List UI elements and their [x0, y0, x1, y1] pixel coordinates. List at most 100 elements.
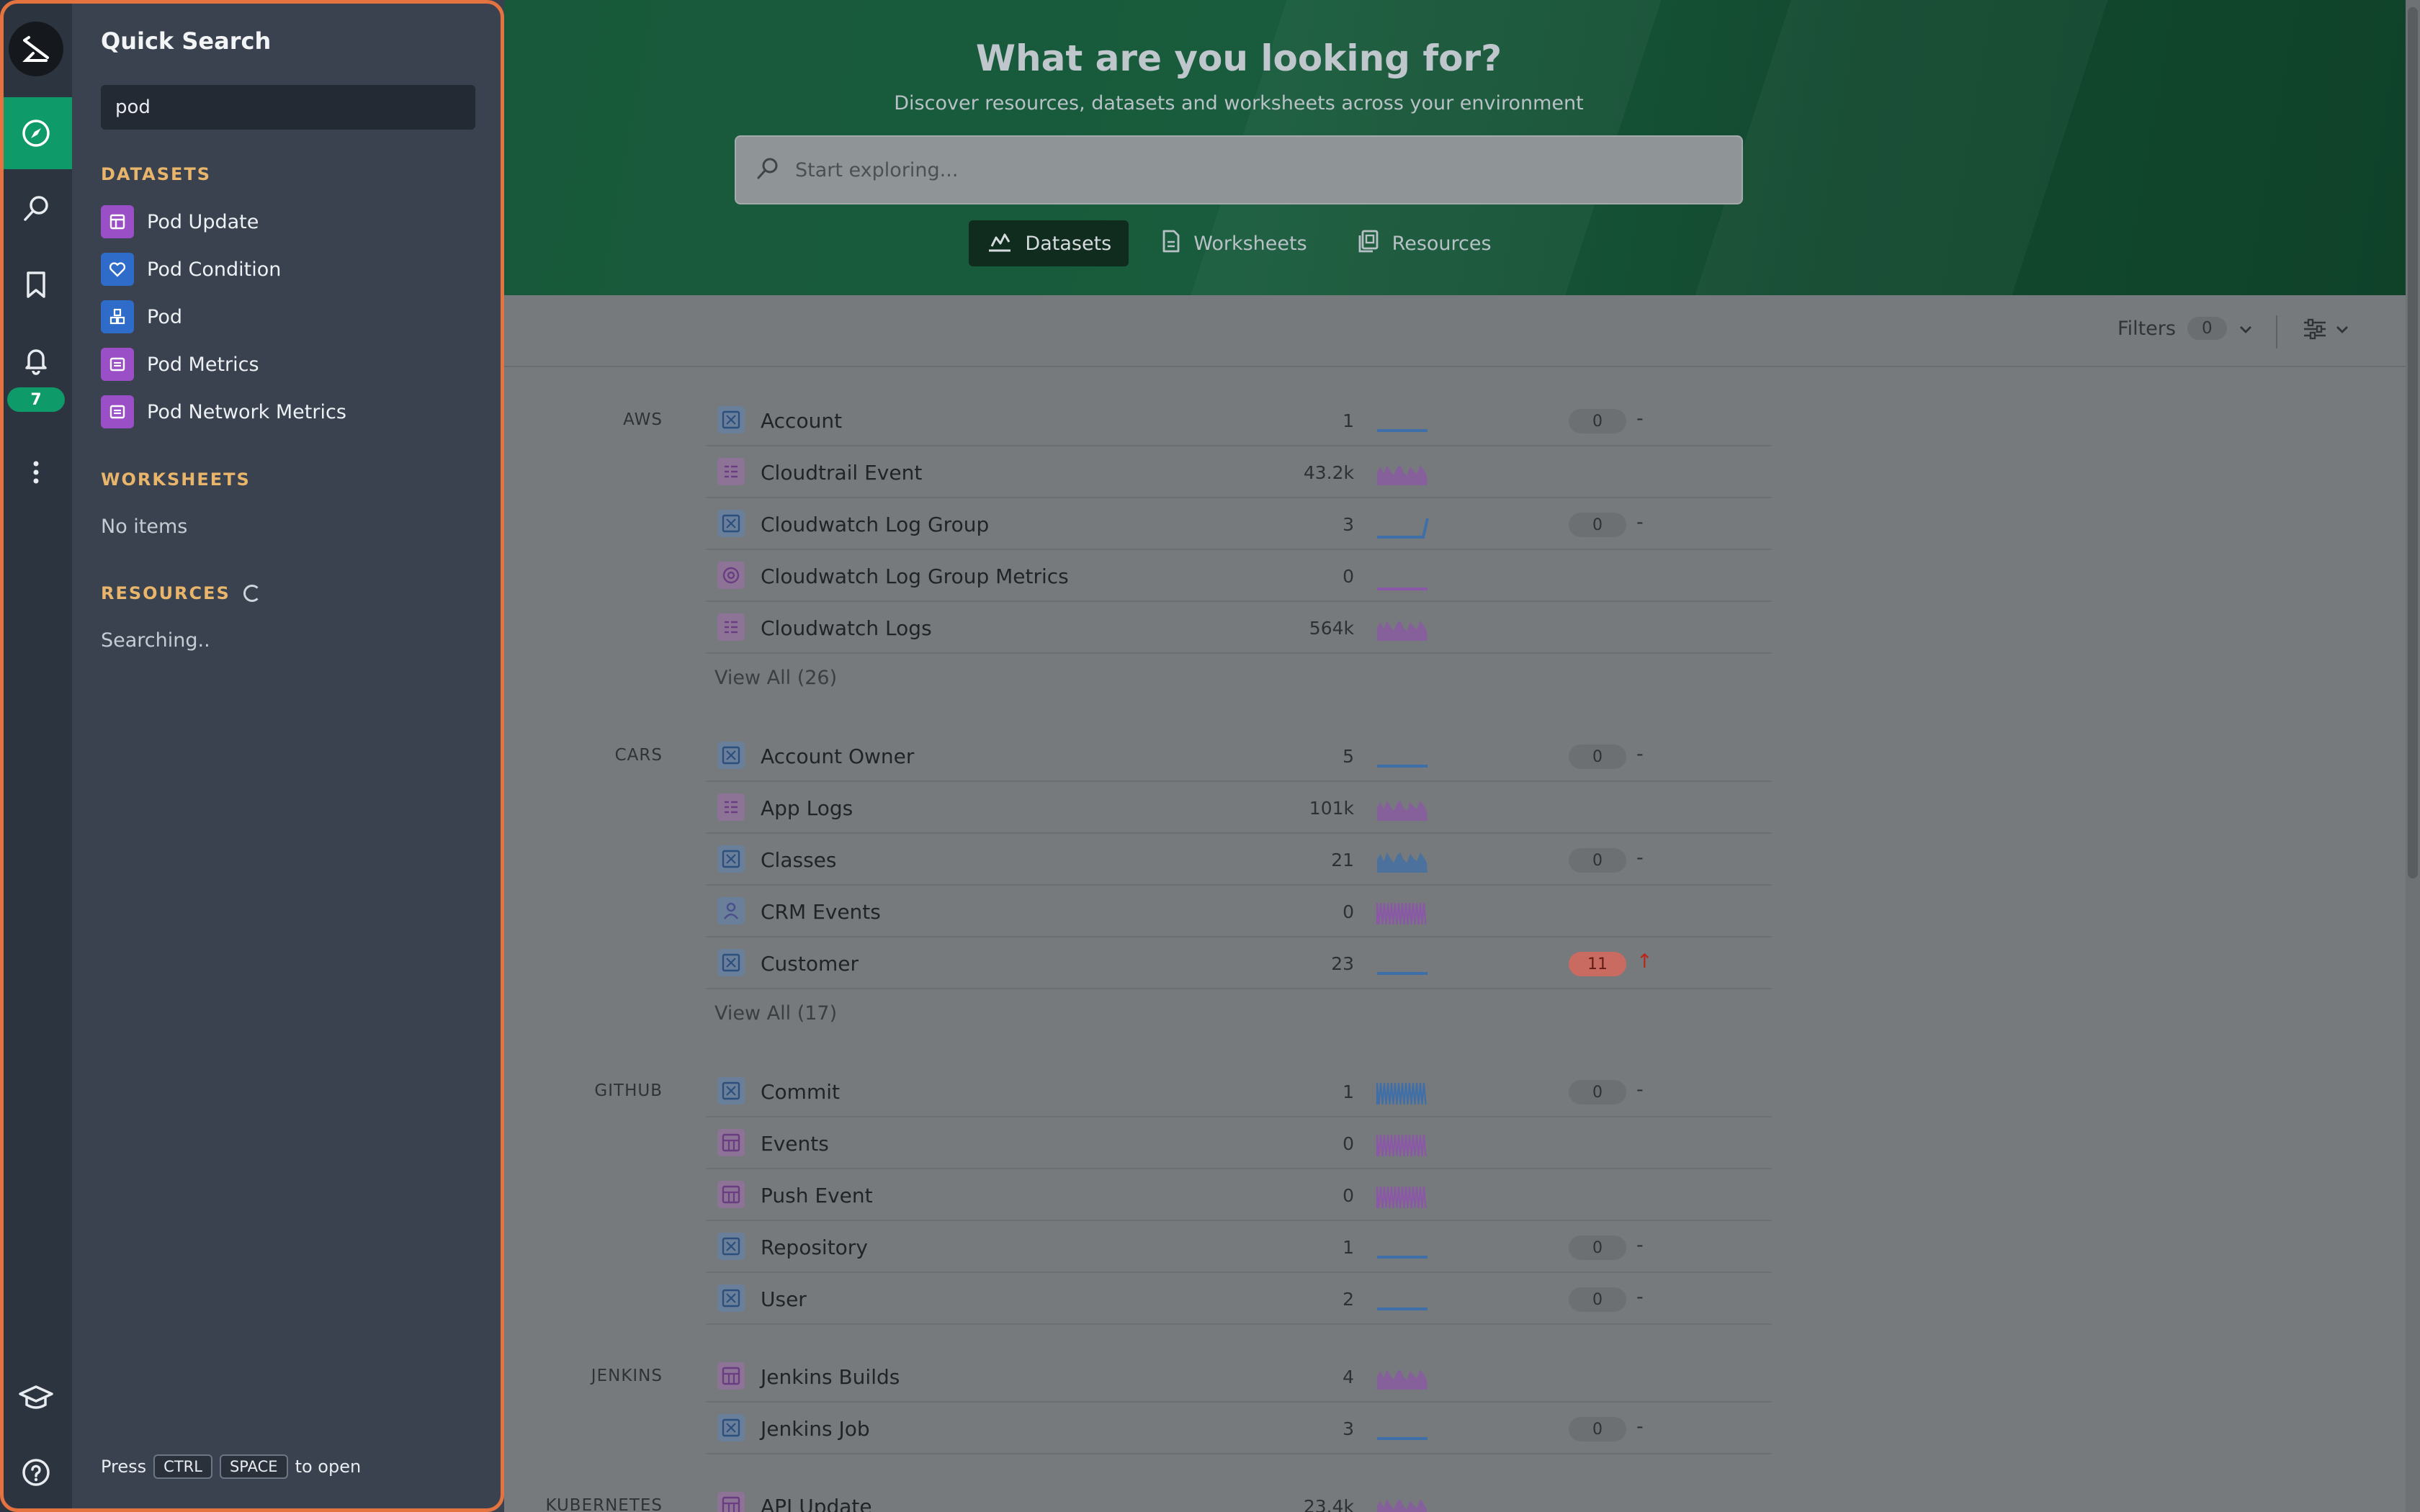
monitor-count-badge[interactable]: 0	[1569, 744, 1626, 769]
filters-dropdown[interactable]: Filters 0	[2118, 317, 2253, 340]
dataset-row[interactable]: Push Event 0	[706, 1169, 1772, 1221]
monitor-count-badge[interactable]: 0	[1569, 409, 1626, 433]
compass-icon[interactable]	[0, 97, 72, 169]
notification-badge[interactable]: 7	[7, 387, 65, 412]
dataset-count: 0	[1343, 1185, 1354, 1206]
left-rail: 7	[0, 0, 72, 1512]
metrics-icon	[101, 348, 134, 381]
sparkline	[1376, 1490, 1429, 1512]
dataset-name[interactable]: Account Owner	[761, 744, 914, 768]
loading-spinner-icon	[243, 585, 261, 602]
quick-search-input[interactable]	[101, 85, 475, 130]
dataset-name[interactable]: API Update	[761, 1495, 872, 1512]
monitor-count-badge[interactable]: 0	[1569, 1417, 1626, 1441]
resource-icon	[717, 845, 745, 873]
app-logo-icon[interactable]	[9, 22, 63, 76]
dataset-row[interactable]: Cloudwatch Log Group 3 0-	[706, 498, 1772, 550]
dataset-row[interactable]: Repository 1 0-	[706, 1221, 1772, 1273]
tab-worksheets[interactable]: Worksheets	[1143, 220, 1324, 266]
dataset-row[interactable]: Jenkins Job 3 0-	[706, 1403, 1772, 1454]
dataset-count: 1	[1343, 1081, 1354, 1102]
dataset-count: 23	[1331, 953, 1354, 974]
scrollbar-thumb[interactable]	[2408, 7, 2418, 878]
dataset-name[interactable]: Account	[761, 409, 842, 433]
dataset-count: 21	[1331, 850, 1354, 870]
tab-resources[interactable]: Resources	[1339, 220, 1509, 266]
dataset-name[interactable]: Events	[761, 1132, 829, 1156]
resource-icon	[717, 1233, 745, 1260]
monitor-count-badge[interactable]: 0	[1569, 1287, 1626, 1312]
dataset-row[interactable]: Commit 1 0-	[706, 1066, 1772, 1117]
keyboard-hint-suffix: to open	[295, 1457, 362, 1477]
dataset-row[interactable]: Customer 23 11 ↑	[706, 937, 1772, 989]
more-vertical-icon[interactable]	[0, 436, 72, 508]
quick-search-result[interactable]: Pod	[101, 300, 182, 334]
dataset-row[interactable]: Account 1 0-	[706, 395, 1772, 446]
dataset-row[interactable]: User 2 0-	[706, 1273, 1772, 1325]
dataset-name[interactable]: Jenkins Builds	[761, 1365, 900, 1389]
sparkline	[1376, 1076, 1429, 1110]
monitor-count-badge[interactable]: 0	[1569, 513, 1626, 537]
dataset-name[interactable]: Repository	[761, 1236, 868, 1259]
monitor-count-badge[interactable]: 0	[1569, 1080, 1626, 1104]
dataset-name[interactable]: App Logs	[761, 796, 853, 820]
datasets-section-header: DATASETS	[101, 164, 212, 184]
dataset-name[interactable]: CRM Events	[761, 900, 881, 924]
dataset-name[interactable]: User	[761, 1287, 807, 1311]
dataset-name[interactable]: Cloudwatch Log Group	[761, 513, 989, 536]
dataset-row[interactable]: Classes 21 0-	[706, 834, 1772, 886]
dataset-count: 2	[1343, 1289, 1354, 1310]
monitor-count-badge[interactable]: 11	[1569, 952, 1626, 976]
dataset-count: 101k	[1309, 798, 1354, 819]
explore-search-input[interactable]	[795, 158, 1742, 181]
monitor-count-badge[interactable]: 0	[1569, 848, 1626, 873]
tab-datasets[interactable]: Datasets	[969, 220, 1129, 266]
dataset-name[interactable]: Commit	[761, 1080, 840, 1104]
dataset-row[interactable]: CRM Events 0	[706, 886, 1772, 937]
dataset-name[interactable]: Push Event	[761, 1184, 873, 1207]
hero-header: What are you looking for? Discover resou…	[504, 0, 2406, 295]
worksheets-empty-text: No items	[101, 516, 188, 538]
dataset-name[interactable]: Classes	[761, 848, 836, 872]
filters-count: 0	[2187, 317, 2227, 340]
dataset-name[interactable]: Cloudwatch Log Group Metrics	[761, 564, 1069, 588]
bell-icon[interactable]	[0, 324, 72, 396]
sparkline	[1376, 405, 1429, 439]
dataset-row[interactable]: Cloudwatch Logs 564k	[706, 602, 1772, 654]
quick-search-result[interactable]: Pod Metrics	[101, 347, 259, 382]
graduation-cap-icon[interactable]	[0, 1362, 72, 1434]
sparkline	[1376, 1179, 1429, 1214]
dataset-name[interactable]: Cloudwatch Logs	[761, 616, 932, 640]
chevron-down-icon	[2335, 324, 2349, 338]
dataset-name[interactable]: Cloudtrail Event	[761, 461, 922, 485]
view-all-link[interactable]: View All (26)	[714, 667, 837, 689]
dataset-count: 3	[1343, 514, 1354, 535]
help-icon[interactable]	[0, 1436, 72, 1508]
dataset-row[interactable]: Cloudtrail Event 43.2k	[706, 446, 1772, 498]
arrow-up-icon: ↑	[1636, 950, 1653, 973]
quick-search-result[interactable]: Pod Condition	[101, 252, 281, 287]
view-all-link[interactable]: View All (17)	[714, 1002, 837, 1025]
dataset-row[interactable]: App Logs 101k	[706, 782, 1772, 834]
explore-search-box[interactable]	[735, 135, 1743, 204]
filters-bar: Filters 0	[504, 295, 2406, 367]
search-icon	[755, 156, 781, 184]
display-settings-button[interactable]	[2302, 317, 2349, 344]
monitor-count-badge[interactable]: 0	[1569, 1236, 1626, 1260]
dataset-name[interactable]: Customer	[761, 952, 859, 976]
bookmark-icon[interactable]	[0, 248, 72, 320]
quick-search-result[interactable]: Pod Network Metrics	[101, 395, 346, 429]
group-label: KUBERNETES	[545, 1496, 663, 1512]
dataset-row[interactable]: Cloudwatch Log Group Metrics 0	[706, 550, 1772, 602]
resources-section-header: RESOURCES	[101, 583, 261, 603]
quick-search-result[interactable]: Pod Update	[101, 204, 259, 239]
dataset-row[interactable]: API Update 23.4k	[706, 1480, 1772, 1512]
dataset-name[interactable]: Jenkins Job	[761, 1417, 870, 1441]
quick-search-result-label: Pod Condition	[147, 258, 282, 281]
dataset-row[interactable]: Account Owner 5 0-	[706, 730, 1772, 782]
dataset-count: 3	[1343, 1418, 1354, 1439]
dataset-row[interactable]: Jenkins Builds 4	[706, 1351, 1772, 1403]
dataset-row[interactable]: Events 0	[706, 1117, 1772, 1169]
search-icon[interactable]	[0, 173, 72, 245]
dataset-count: 0	[1343, 566, 1354, 587]
